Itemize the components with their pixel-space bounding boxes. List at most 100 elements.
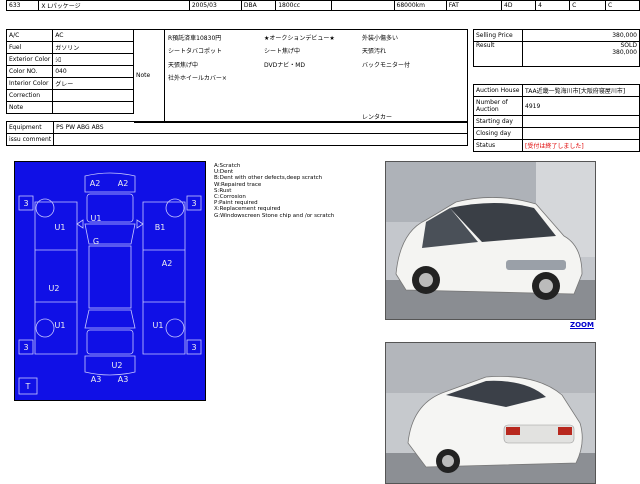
note-item: 外装小傷多い bbox=[362, 35, 399, 42]
equipment-value: PS PW ABG ABS bbox=[53, 121, 468, 134]
damage-a3-rear-left: A3 bbox=[91, 375, 102, 384]
spec-value: ガソリン bbox=[52, 41, 134, 54]
starting-day-label: Starting day bbox=[473, 115, 523, 128]
tire-grade-front-right: 3 bbox=[191, 199, 196, 208]
note-panel: R預託済車10830円 ★オークションデビュー★ 外装小傷多い シートタバコポッ… bbox=[164, 29, 468, 123]
spec-value: グレー bbox=[52, 77, 134, 90]
legend-item: G:Windowscreen Stone chip and /or scratc… bbox=[214, 212, 335, 219]
auction-house-label: Auction House bbox=[473, 84, 523, 97]
status-value: [受付は終了しました] bbox=[522, 139, 640, 152]
wheel-outline bbox=[165, 318, 185, 338]
model-code: DBA bbox=[240, 0, 277, 11]
spec-label: Color NO. bbox=[5, 65, 54, 78]
spec-value bbox=[52, 89, 134, 102]
zoom-link[interactable]: ZOOM bbox=[570, 321, 594, 329]
vehicle-summary-row: 633 X Lパッケージ 2005/03 DBA 1800cc 68000km … bbox=[5, 0, 640, 11]
score-exterior: C bbox=[569, 0, 606, 11]
selling-price-label: Selling Price bbox=[473, 29, 523, 42]
spec-label: A/C bbox=[5, 29, 54, 42]
roof-outline bbox=[88, 245, 132, 309]
damage-u1-left-rear: U1 bbox=[55, 321, 66, 330]
damage-g-windshield: G bbox=[93, 237, 99, 246]
damage-a2-right-side: A2 bbox=[162, 259, 173, 268]
status-label: Status bbox=[473, 139, 523, 152]
damage-u1-left-fender: U1 bbox=[55, 223, 66, 232]
damage-legend: A:Scratch U:Dent B:Dent with other defec… bbox=[214, 163, 374, 219]
spec-label: Interior Color bbox=[5, 77, 54, 90]
tire-grade-rear-left: 3 bbox=[23, 343, 28, 352]
car-photo-front[interactable] bbox=[385, 161, 596, 320]
auction-table: Auction House TAA近畿一覧海川市[大阪府寝屋川市] Number… bbox=[473, 84, 640, 152]
car-photo-front-image bbox=[386, 162, 595, 319]
issue-comment-value bbox=[53, 133, 468, 146]
damage-u1-hood: U1 bbox=[91, 214, 102, 223]
trunk-outline bbox=[86, 329, 134, 355]
spec-row: Interior Color グレー bbox=[5, 77, 134, 90]
note-item: シートタバコポット bbox=[168, 48, 223, 55]
damage-u2-left-side: U2 bbox=[49, 284, 60, 293]
seats: 4 bbox=[535, 0, 571, 11]
rear-window-outline bbox=[84, 309, 136, 329]
damage-a2-front-right: A2 bbox=[118, 179, 129, 188]
rear-bumper-outline bbox=[84, 355, 136, 376]
wheel-outline bbox=[35, 318, 55, 338]
car-outline-diagram: A2 A2 3 3 U1 U1 B1 G A2 U2 U1 U1 3 3 U2 … bbox=[18, 172, 202, 395]
spec-value: 040 bbox=[52, 65, 134, 78]
score-interior: C bbox=[604, 0, 640, 11]
sale-table: Selling Price 380,000 Result SOLD 380,00… bbox=[473, 29, 640, 67]
note-item: 社外ホイールカバー× bbox=[168, 75, 227, 82]
damage-a3-rear-right: A3 bbox=[118, 375, 129, 384]
lot-number: 633 bbox=[5, 0, 40, 11]
spec-label: Correction bbox=[5, 89, 54, 102]
note-item: DVDナビ・MD bbox=[264, 62, 306, 69]
registration-date: 2005/03 bbox=[188, 0, 242, 11]
spec-label: Fuel bbox=[5, 41, 54, 54]
car-photo-rear-image bbox=[386, 343, 595, 483]
spec-value: AC bbox=[52, 29, 134, 42]
filler-cell bbox=[330, 0, 395, 11]
spec-value: ｼﾛ bbox=[52, 53, 134, 66]
damage-u1-right-rear: U1 bbox=[153, 321, 164, 330]
issue-comment-label: issu comment bbox=[5, 133, 55, 146]
spec-row: Color NO. 040 bbox=[5, 65, 134, 78]
auction-number-value: 4919 bbox=[522, 96, 640, 116]
result-value: SOLD bbox=[620, 42, 638, 50]
equipment-label: Equipment bbox=[5, 121, 55, 134]
doors: 4D bbox=[501, 0, 537, 11]
mirror-outline bbox=[136, 219, 144, 229]
spec-label: Exterior Color bbox=[5, 53, 54, 66]
spec-row: A/C AC bbox=[5, 29, 134, 42]
closing-day-label: Closing day bbox=[473, 127, 523, 140]
note-item: R預託済車10830円 bbox=[168, 35, 222, 42]
tire-grade-rear-right: 3 bbox=[191, 343, 196, 352]
transmission: FAT bbox=[445, 0, 503, 11]
note-extra: レンタカー bbox=[362, 114, 393, 121]
damage-a2-front-left: A2 bbox=[90, 179, 101, 188]
note-item: ★オークションデビュー★ bbox=[264, 35, 335, 42]
note-item: 天張焦げ中 bbox=[168, 62, 199, 69]
note-item: シート焦げ中 bbox=[264, 48, 301, 55]
spec-value bbox=[52, 101, 134, 114]
damage-u2-rear: U2 bbox=[112, 361, 123, 370]
tire-grade-front-left: 3 bbox=[23, 199, 28, 208]
mirror-outline bbox=[76, 219, 84, 229]
displacement: 1800cc bbox=[275, 0, 332, 11]
note-item: バックモニター付 bbox=[362, 62, 411, 69]
result-price: 380,000 bbox=[612, 49, 637, 56]
starting-day-value bbox=[522, 115, 640, 128]
spec-row: Correction bbox=[5, 89, 134, 102]
note-column-label: Note bbox=[136, 72, 151, 79]
closing-day-value bbox=[522, 127, 640, 140]
auction-house-value: TAA近畿一覧海川市[大阪府寝屋川市] bbox=[522, 84, 640, 97]
car-photo-rear[interactable] bbox=[385, 342, 596, 484]
selling-price-value: 380,000 bbox=[522, 29, 640, 42]
mileage: 68000km bbox=[393, 0, 447, 11]
equipment-table: Equipment PS PW ABG ABS issu comment bbox=[5, 121, 468, 146]
note-column: Note bbox=[134, 29, 165, 123]
result-label: Result bbox=[473, 41, 523, 67]
spec-row: Note bbox=[5, 101, 134, 114]
spare-tire-label: T bbox=[25, 382, 31, 391]
spec-row: Fuel ガソリン bbox=[5, 41, 134, 54]
inspection-sheet: A2 A2 3 3 U1 U1 B1 G A2 U2 U1 U1 3 3 U2 … bbox=[14, 161, 206, 401]
note-item: 天張汚れ bbox=[362, 48, 387, 55]
